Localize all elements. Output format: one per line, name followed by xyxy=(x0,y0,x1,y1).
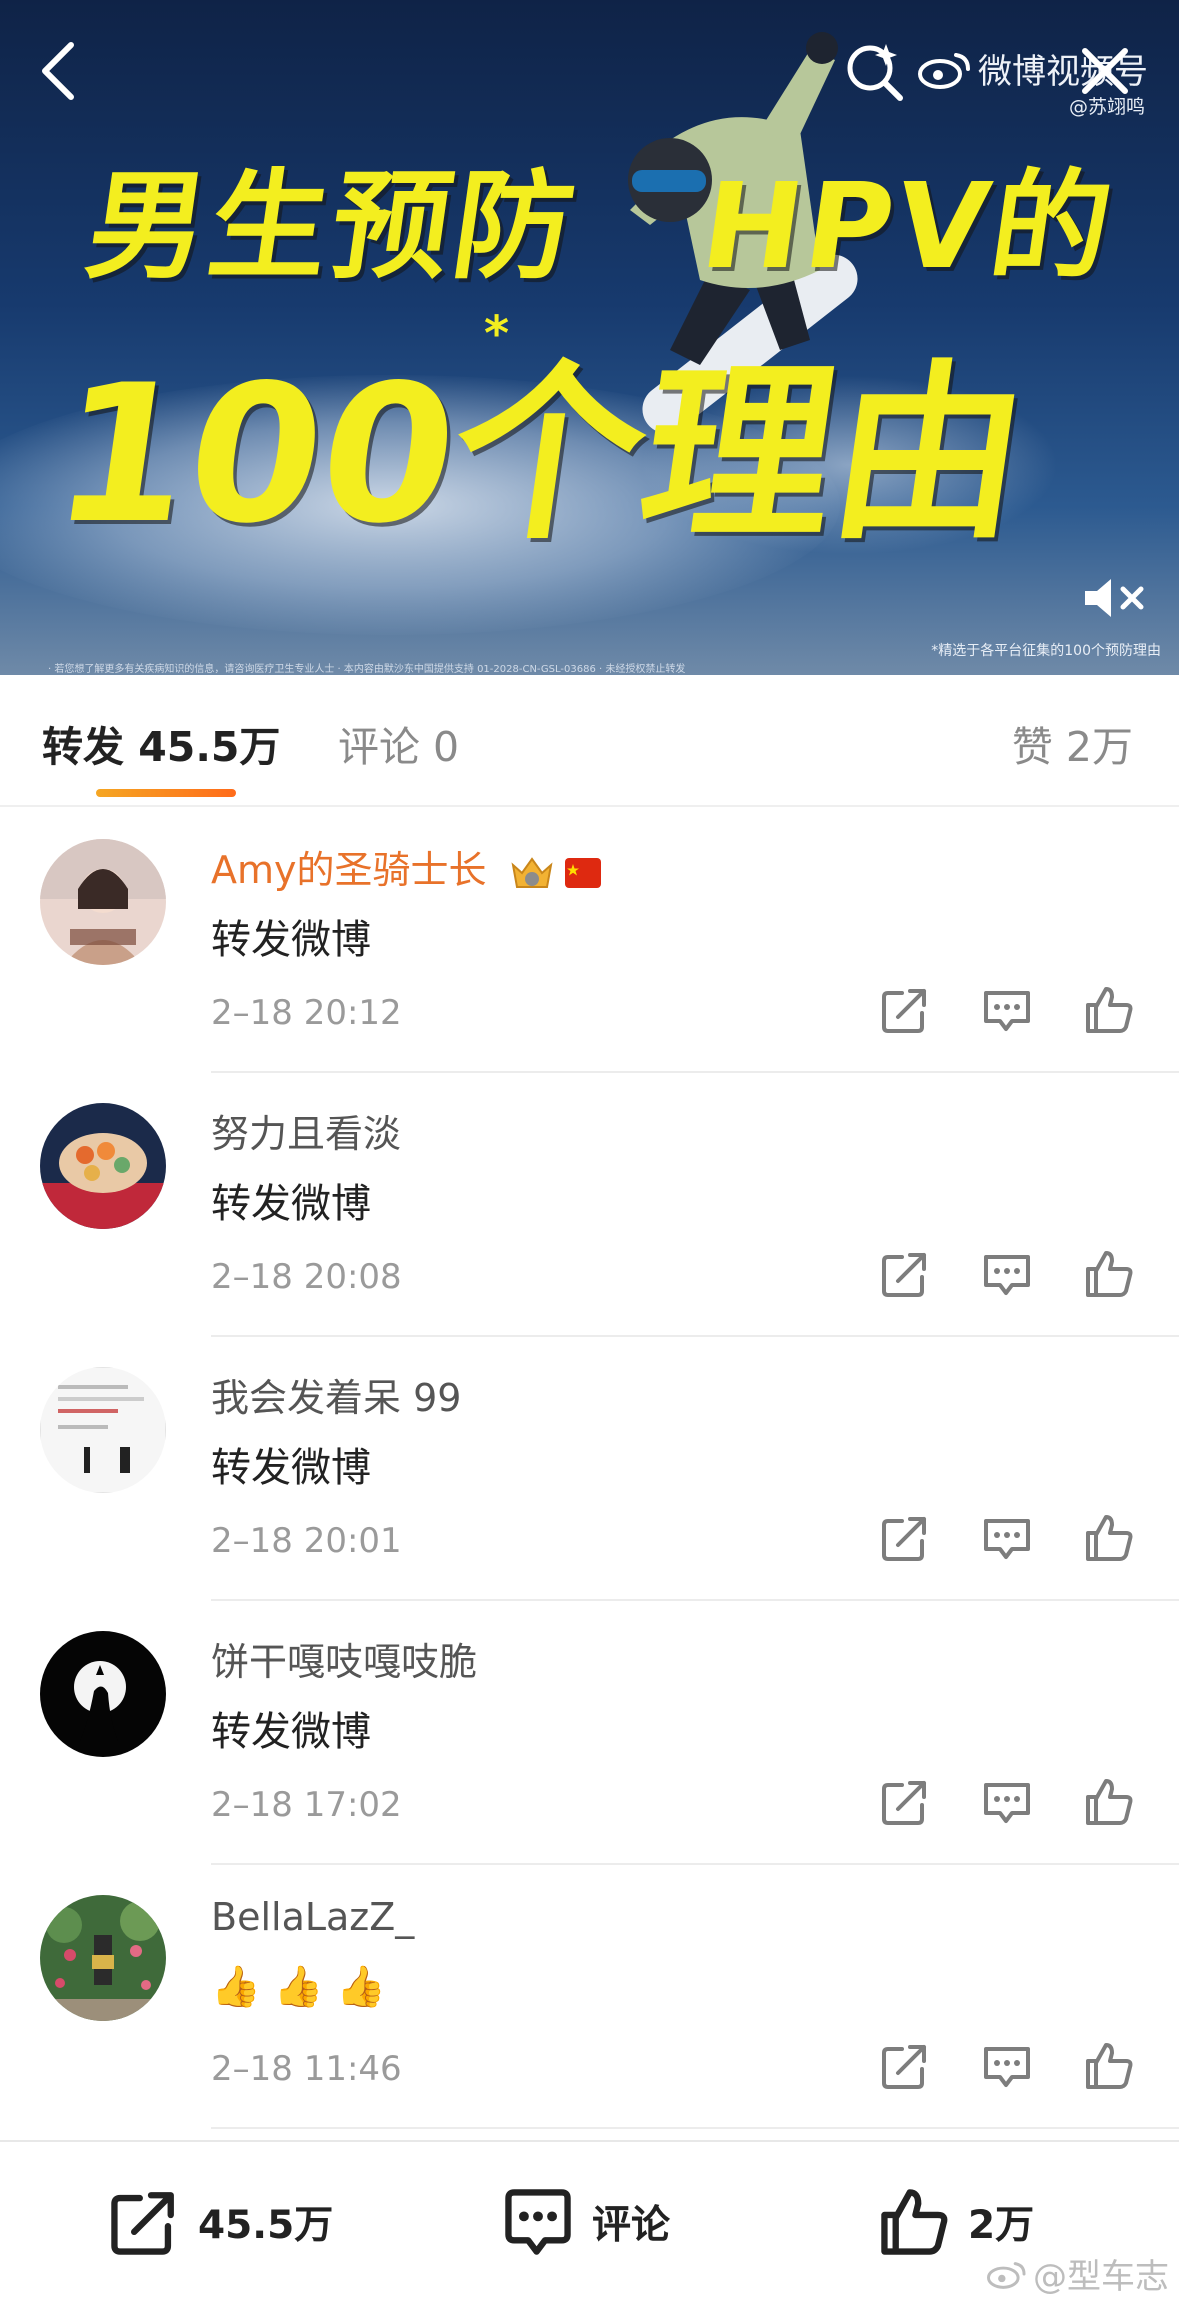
comment-icon xyxy=(505,2189,571,2255)
repost-text: 转发微博 xyxy=(211,917,371,963)
repost-button[interactable]: 45.5万 xyxy=(106,2184,333,2260)
list-item[interactable]: 我会发着呆 99 转发微博 2–18 20:01 xyxy=(0,1337,1179,1601)
avatar[interactable] xyxy=(40,1367,166,1493)
crown-badge-icon xyxy=(511,856,553,888)
avatar[interactable] xyxy=(40,839,166,965)
repost-time: 2–18 17:02 xyxy=(211,1785,402,1825)
avatar-image xyxy=(40,1895,166,2021)
headline-line1-left: 男生预防 xyxy=(78,157,587,295)
user-badges xyxy=(509,853,601,893)
like-count: 2万 xyxy=(968,2203,1035,2248)
list-item[interactable]: Amy的圣骑士长 转发微博 2–18 20:12 xyxy=(0,809,1179,1073)
headline-line1-right: HPV的 xyxy=(693,157,1124,295)
close-icon xyxy=(1082,48,1128,94)
avatar[interactable] xyxy=(40,1895,166,2021)
weibo-logo-icon xyxy=(987,2261,1026,2289)
list-item[interactable]: 努力且看淡 转发微博 2–18 20:08 xyxy=(0,1073,1179,1337)
repost-icon[interactable] xyxy=(878,1247,932,1301)
speaker-muted-icon xyxy=(1085,579,1144,617)
repost-list: Amy的圣骑士长 转发微博 2–18 20:12 努力且看淡 转发微博 2–18… xyxy=(0,809,1179,2129)
back-button[interactable] xyxy=(22,36,92,106)
avatar-image xyxy=(40,839,166,965)
repost-icon[interactable] xyxy=(878,983,932,1037)
username-text: Amy的圣骑士长 xyxy=(211,848,487,892)
repost-count: 45.5万 xyxy=(198,2203,334,2248)
repost-text: 转发微博 xyxy=(211,1181,371,1227)
username[interactable]: 我会发着呆 99 xyxy=(211,1367,461,1422)
avatar-image xyxy=(40,1631,166,1757)
divider xyxy=(211,2127,1179,2129)
comment-icon[interactable] xyxy=(980,983,1034,1037)
search-sparkle-icon xyxy=(847,44,903,101)
repost-text: 转发微博 xyxy=(211,1445,371,1491)
thumbs-up-icon[interactable] xyxy=(1082,1247,1136,1301)
username[interactable]: BellaLazZ_ xyxy=(211,1895,414,1939)
search-button[interactable] xyxy=(842,40,906,104)
video-player[interactable]: 男生预防 HPV的 100个理由 * 微博视频号 @苏翊鸣 *精选于各平台征集的… xyxy=(0,0,1179,675)
thumbs-up-icon xyxy=(881,2189,948,2255)
avatar[interactable] xyxy=(40,1631,166,1757)
thumbs-up-icon[interactable] xyxy=(1082,1511,1136,1565)
comment-button[interactable]: 评论 xyxy=(500,2184,670,2260)
tab-comments[interactable]: 评论 0 xyxy=(338,713,459,773)
thumbs-up-icon[interactable] xyxy=(1082,983,1136,1037)
list-item[interactable]: 饼干嘎吱嘎吱脆 转发微博 2–18 17:02 xyxy=(0,1601,1179,1865)
repost-time: 2–18 20:12 xyxy=(211,993,402,1033)
watermark-text: @型车志 xyxy=(1033,2257,1169,2297)
tab-repost[interactable]: 转发 45.5万 xyxy=(42,713,280,773)
comment-icon[interactable] xyxy=(980,1247,1034,1301)
headline-asterisk: * xyxy=(484,306,510,362)
username[interactable]: 饼干嘎吱嘎吱脆 xyxy=(211,1631,477,1686)
repost-icon[interactable] xyxy=(878,1511,932,1565)
repost-text: 转发微博 xyxy=(211,1709,371,1755)
mute-button[interactable] xyxy=(1076,570,1152,626)
china-flag-icon xyxy=(564,857,601,888)
comment-icon[interactable] xyxy=(980,1511,1034,1565)
username[interactable]: 努力且看淡 xyxy=(211,1103,401,1158)
thumbs-up-icon[interactable] xyxy=(1082,1775,1136,1829)
repost-text: 👍 👍 👍 xyxy=(211,1964,386,2010)
active-tab-indicator xyxy=(96,789,236,797)
tab-bar: 转发 45.5万 评论 0 赞 2万 xyxy=(0,675,1179,807)
repost-time: 2–18 11:46 xyxy=(211,2049,402,2089)
tab-likes[interactable]: 赞 2万 xyxy=(1012,713,1133,773)
username[interactable]: Amy的圣骑士长 xyxy=(211,839,601,894)
list-item[interactable]: BellaLazZ_ 👍 👍 👍 2–18 11:46 xyxy=(0,1865,1179,2129)
repost-icon xyxy=(111,2192,174,2255)
bottom-action-bar: 45.5万 评论 2万 @型车志 xyxy=(0,2140,1179,2302)
disclaimer: · 若您想了解更多有关疾病知识的信息，请咨询医疗卫生专业人士 · 本内容由默沙东… xyxy=(48,664,686,675)
weibo-logo-icon xyxy=(918,52,970,89)
repost-icon[interactable] xyxy=(878,1775,932,1829)
repost-icon[interactable] xyxy=(878,2039,932,2093)
footnote: *精选于各平台征集的100个预防理由 xyxy=(931,643,1161,659)
avatar-image xyxy=(40,1103,166,1229)
comment-icon[interactable] xyxy=(980,2039,1034,2093)
chevron-left-icon xyxy=(42,42,74,100)
repost-time: 2–18 20:08 xyxy=(211,1257,402,1297)
author-handle: @苏翊鸣 xyxy=(1068,96,1145,118)
repost-time: 2–18 20:01 xyxy=(211,1521,402,1561)
headline-line2: 100个理由 xyxy=(42,344,1040,565)
avatar[interactable] xyxy=(40,1103,166,1229)
avatar-image xyxy=(40,1367,166,1493)
watermark: @型车志 xyxy=(987,2249,1169,2298)
comment-icon[interactable] xyxy=(980,1775,1034,1829)
comment-label: 评论 xyxy=(592,2203,671,2248)
thumbs-up-icon[interactable] xyxy=(1082,2039,1136,2093)
